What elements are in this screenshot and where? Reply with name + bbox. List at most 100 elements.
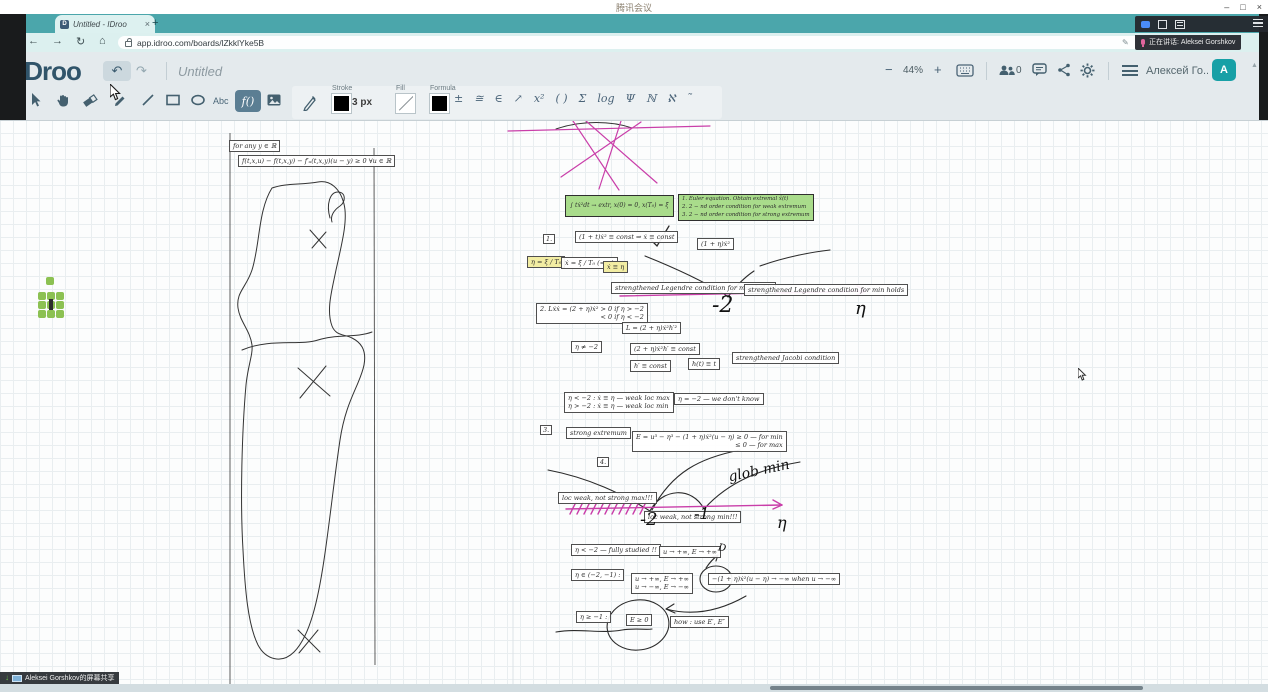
board-title[interactable]: Untitled <box>178 64 222 79</box>
formula-symbol[interactable]: ℕ <box>646 92 656 105</box>
math-box[interactable]: strengthened Legendre condition for min … <box>744 284 908 296</box>
zoom-in-button[interactable]: + <box>934 62 942 77</box>
math-box[interactable]: for any y ∈ ℝ <box>229 140 280 152</box>
math-box[interactable]: L = (2 + η)ẋ²h′² <box>622 322 681 334</box>
math-box[interactable]: η < −2 : ẋ ≡ η — weak loc maxη > −2 : ẋ … <box>564 392 674 413</box>
handwritten-annotation[interactable]: -1 <box>694 504 710 523</box>
math-box[interactable]: (2 + η)ẋ²h′ ≡ const <box>630 343 700 355</box>
window-minimize-button[interactable]: – <box>1224 2 1229 12</box>
zoom-out-button[interactable]: − <box>885 62 893 77</box>
image-tool-icon[interactable] <box>266 92 282 108</box>
select-tool-icon[interactable] <box>28 92 44 108</box>
meeting-camera-icon[interactable] <box>1141 21 1150 28</box>
formula-symbol[interactable]: ∈ <box>494 92 502 105</box>
math-box[interactable]: η ∈ (−2, −1) : <box>571 569 624 581</box>
handwritten-annotation[interactable]: glob min <box>727 457 791 486</box>
reload-icon[interactable]: ↻ <box>76 35 85 48</box>
main-menu-icon[interactable] <box>1122 65 1138 79</box>
math-box[interactable]: loc weak, not strong max!!! <box>558 492 657 504</box>
math-box[interactable]: 4. <box>597 457 609 467</box>
math-box[interactable]: 1. <box>543 234 555 244</box>
math-box[interactable]: (1 + η)ẋ² <box>697 238 734 250</box>
formula-tool-active[interactable]: f() <box>235 90 261 112</box>
eraser-tool-icon[interactable] <box>82 92 98 108</box>
math-box[interactable]: η = ξ ∕ T₀ <box>527 256 565 268</box>
math-box[interactable]: η < −2 — fully studied !! <box>571 544 661 556</box>
formula-symbol[interactable]: x² <box>534 92 545 105</box>
stroke-pen-icon[interactable] <box>302 93 318 111</box>
handwritten-annotation[interactable]: η <box>777 513 787 532</box>
math-box[interactable]: E ≥ 0 <box>626 614 652 626</box>
math-box[interactable]: u → +∞, E → +∞ <box>659 546 721 558</box>
math-box[interactable]: u → +∞, E → +∞u → −∞, E → −∞ <box>631 573 693 594</box>
math-box[interactable]: strong extremum <box>566 427 631 439</box>
undo-button[interactable]: ↶ <box>103 61 131 81</box>
handwritten-annotation[interactable]: -2 <box>712 293 733 318</box>
window-close-button[interactable]: × <box>1257 2 1262 12</box>
formula-symbol[interactable]: ˜ <box>686 92 692 105</box>
extension-icon[interactable]: ✎ <box>1122 38 1129 47</box>
tab-close-icon[interactable]: × <box>145 19 150 29</box>
text-tool[interactable]: Abc <box>213 96 229 106</box>
rectangle-tool-icon[interactable] <box>165 92 181 108</box>
settings-gear-icon[interactable] <box>1080 63 1095 78</box>
meeting-participants-icon[interactable] <box>1175 20 1185 29</box>
user-name[interactable]: Алексей Го... <box>1146 65 1208 77</box>
ellipse-tool-icon[interactable] <box>190 92 206 108</box>
back-icon[interactable]: ← <box>28 35 39 47</box>
redo-button[interactable]: ↷ <box>136 63 147 79</box>
math-box[interactable]: h(t) ≡ t <box>688 358 720 370</box>
new-tab-button[interactable]: + <box>152 17 158 29</box>
formula-symbol[interactable]: ℵ <box>667 92 675 105</box>
meeting-window-icon[interactable] <box>1158 20 1167 29</box>
formula-symbol[interactable]: ≅ <box>474 92 483 105</box>
window-maximize-button[interactable]: □ <box>1240 2 1245 12</box>
browser-tab[interactable]: D Untitled - IDroo × <box>55 15 155 33</box>
math-box[interactable]: η = −2 — we don't know <box>674 393 764 405</box>
math-box[interactable]: (1 + t)ẋ² ≡ const ⇒ ẋ ≡ const <box>575 231 678 243</box>
formula-symbol[interactable]: log <box>597 92 614 105</box>
pan-hand-tool-icon[interactable] <box>55 92 71 108</box>
math-box[interactable]: η ≠ −2 <box>571 341 602 353</box>
scrollbar-up-icon[interactable]: ▲ <box>1251 62 1258 69</box>
math-box[interactable]: loc weak, not strong min!!! <box>644 511 741 523</box>
horizontal-scrollbar-thumb[interactable] <box>770 686 1143 690</box>
url-text[interactable]: app.idroo.com/boards/lZkklYke5B <box>137 38 264 48</box>
formula-symbol[interactable]: Ψ <box>626 92 636 105</box>
keyboard-icon[interactable] <box>956 64 974 77</box>
math-box[interactable]: how : use E′, E″ <box>670 616 729 628</box>
math-box[interactable]: 2. Lẋẋ = (2 + η)ẋ² > 0 if η > −2< 0 if η… <box>536 303 648 324</box>
handwritten-annotation[interactable]: η <box>855 298 866 319</box>
forward-icon[interactable]: → <box>52 35 63 47</box>
math-box[interactable]: −(1 + η)ẋ²(u − η) → −∞ when u → −∞ <box>708 573 840 585</box>
formula-symbol[interactable]: ( ) <box>555 92 567 105</box>
meeting-menu-icon[interactable] <box>1253 19 1263 30</box>
screen-share-badge[interactable]: ↓ Aleksei Gorshkov的屏幕共享 <box>0 672 119 684</box>
url-bar[interactable]: app.idroo.com/boards/lZkklYke5B <box>118 36 1172 49</box>
math-box[interactable]: ∫ tẋ²dt → extr, x(0) = 0, x(T₀) = ξ <box>565 195 674 217</box>
line-tool-icon[interactable] <box>140 92 156 108</box>
math-box[interactable]: 3. <box>540 425 552 435</box>
handwritten-annotation[interactable]: -2 <box>640 509 658 530</box>
formula-symbol[interactable]: Σ <box>579 92 587 105</box>
formula-symbol[interactable]: ± <box>454 92 463 105</box>
stroke-color-swatch[interactable] <box>332 94 351 113</box>
fill-color-swatch[interactable] <box>396 94 415 113</box>
math-box[interactable]: h′ ≡ const <box>630 360 671 372</box>
handwritten-annotation[interactable]: D <box>717 542 727 554</box>
formula-symbol[interactable]: ↗ <box>514 92 523 105</box>
math-box[interactable]: 1. Euler equation. Obtain extremal x̂(t)… <box>678 194 814 221</box>
share-icon[interactable] <box>1057 63 1071 77</box>
stroke-width-value[interactable]: 3 px <box>352 97 372 108</box>
whiteboard-canvas[interactable]: for any y ∈ ℝ f(t,x,u) − f(t,x,y) − f′ᵤ(t… <box>0 120 1268 684</box>
math-box[interactable]: f(t,x,u) − f(t,x,y) − f′ᵤ(t,x,y)(u − y) … <box>238 155 395 167</box>
math-box[interactable]: η ≥ −1 : <box>576 611 611 623</box>
user-avatar[interactable]: A <box>1212 59 1236 81</box>
math-box[interactable]: E = u³ − η³ − (1 + η)ẋ²(u − η) ≥ 0 — for… <box>632 431 787 452</box>
users-icon[interactable] <box>998 63 1016 77</box>
home-icon[interactable]: ⌂ <box>99 35 106 47</box>
math-box[interactable]: ẋ ≡ η <box>603 261 628 273</box>
chat-icon[interactable] <box>1032 63 1047 77</box>
formula-color-swatch[interactable] <box>430 94 449 113</box>
math-box[interactable]: strengthened Jacobi condition <box>732 352 839 364</box>
